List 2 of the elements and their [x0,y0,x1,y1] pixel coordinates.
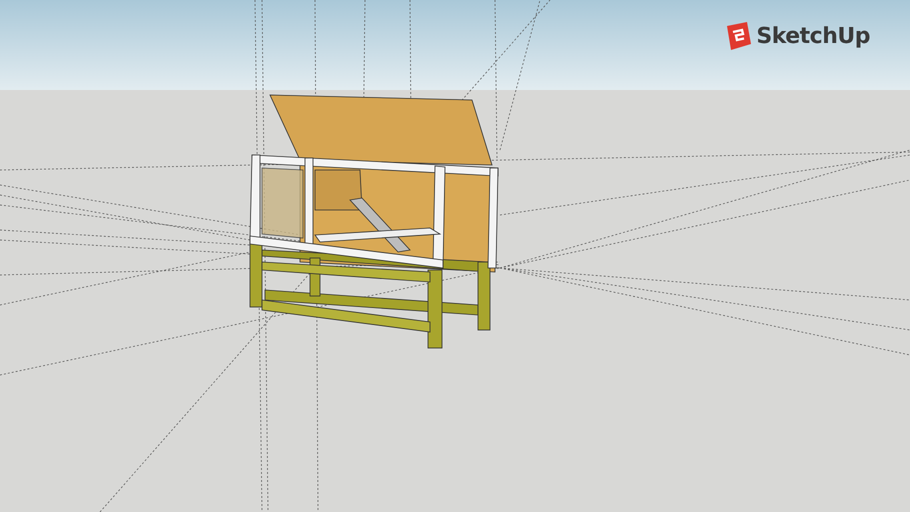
logo-text: SketchUp [756,24,870,48]
logo-icon [725,22,752,50]
